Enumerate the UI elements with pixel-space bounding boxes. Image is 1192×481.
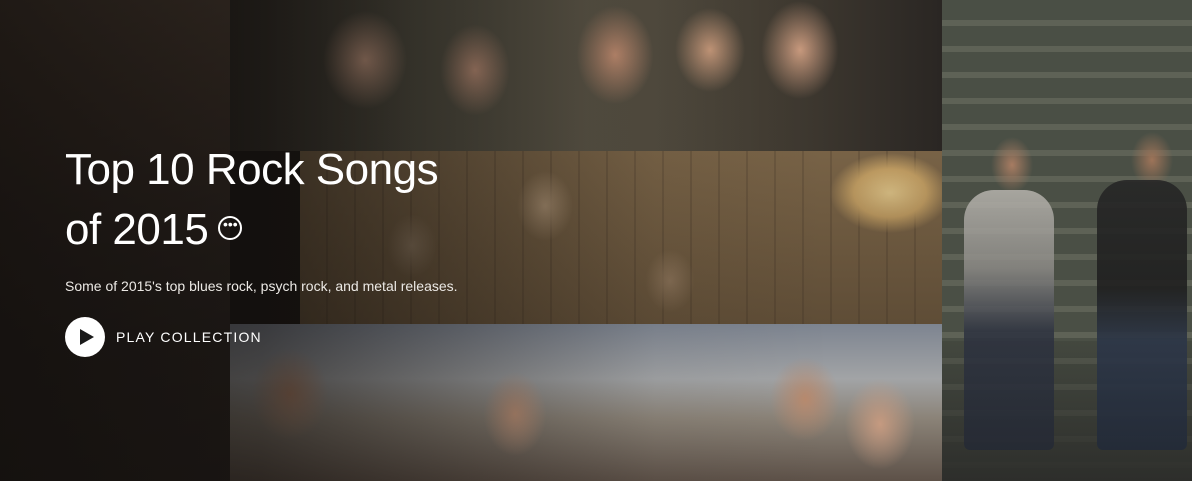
collection-title-line2-wrap: of 2015 •••: [65, 200, 545, 260]
more-options-button[interactable]: •••: [218, 216, 243, 241]
play-collection-label[interactable]: PLAY COLLECTION: [116, 329, 262, 345]
collection-title-line1: Top 10 Rock Songs: [65, 145, 439, 194]
collection-title: Top 10 Rock Songs of 2015 •••: [65, 140, 545, 260]
collection-description: Some of 2015's top blues rock, psych roc…: [65, 278, 458, 294]
collection-info: Top 10 Rock Songs of 2015 ••• Some of 201…: [65, 140, 545, 357]
collection-title-line2: of 2015: [65, 205, 209, 254]
more-horizontal-icon: •••: [222, 217, 238, 234]
play-icon: [79, 329, 94, 345]
play-button-circle[interactable]: [65, 317, 105, 357]
collection-hero: Top 10 Rock Songs of 2015 ••• Some of 201…: [0, 0, 1192, 481]
play-collection-button[interactable]: PLAY COLLECTION: [65, 317, 545, 357]
